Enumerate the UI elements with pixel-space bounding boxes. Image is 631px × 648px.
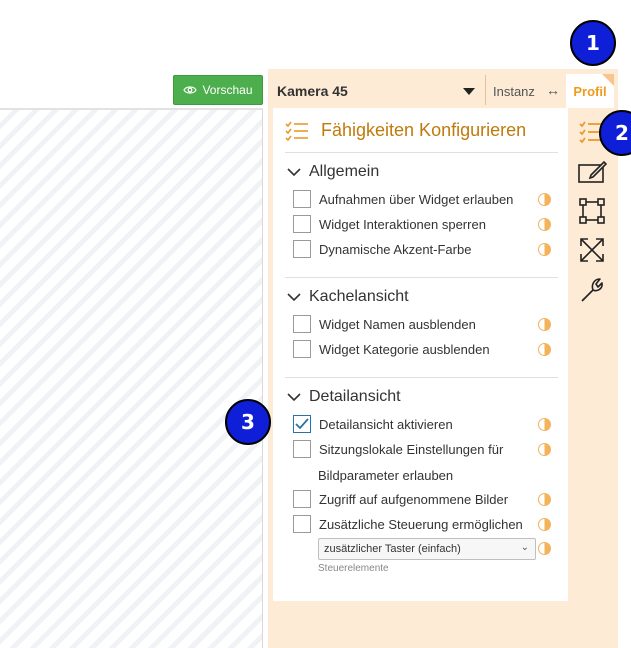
- option-row: Zusätzliche Steuerung ermöglichen: [293, 515, 523, 533]
- tab-instanz[interactable]: Instanz: [493, 84, 535, 99]
- camera-select[interactable]: Kamera 45: [268, 74, 485, 108]
- checklist-icon: [285, 121, 308, 141]
- divider: [285, 152, 558, 153]
- option-row: Detailansicht aktivieren: [293, 415, 453, 433]
- select-value: zusätzlicher Taster (einfach): [324, 543, 461, 555]
- checkbox[interactable]: [293, 315, 311, 333]
- tab-divider: [485, 75, 486, 105]
- chevron-down-icon: ⌄: [520, 542, 529, 553]
- option-row: Dynamische Akzent-Farbe: [293, 240, 471, 258]
- section-allgemein[interactable]: Allgemein: [287, 163, 379, 181]
- chevron-down-icon: [287, 293, 301, 302]
- widget-canvas[interactable]: [0, 109, 263, 648]
- option-label: Aufnahmen über Widget erlauben: [319, 191, 514, 207]
- crop-frame-icon[interactable]: [577, 196, 607, 226]
- tab-profil[interactable]: Profil: [566, 74, 614, 108]
- preview-button-label: Vorschau: [202, 83, 253, 97]
- step-badge-1: 1: [570, 20, 616, 66]
- checkbox[interactable]: [293, 215, 311, 233]
- eye-icon: [183, 86, 198, 94]
- select-hint: Steuerelemente: [318, 563, 389, 574]
- capabilities-card: Fähigkeiten Konfigurieren Allgemein Aufn…: [273, 108, 568, 601]
- half-circle-icon[interactable]: [538, 343, 551, 356]
- option-label: Detailansicht aktivieren: [319, 416, 453, 432]
- half-circle-icon[interactable]: [538, 218, 551, 231]
- option-row: Aufnahmen über Widget erlauben: [293, 190, 513, 208]
- checkbox-checked[interactable]: [293, 415, 311, 433]
- divider: [285, 377, 558, 378]
- wrench-icon[interactable]: [577, 275, 607, 305]
- chevron-down-icon: [287, 393, 301, 402]
- option-label: Widget Interaktionen sperren: [319, 216, 486, 232]
- option-label: Zugriff auf aufgenommene Bilder: [319, 491, 509, 507]
- camera-name: Kamera 45: [277, 83, 348, 99]
- checkbox[interactable]: [293, 440, 311, 458]
- tab-corner-fold: [602, 74, 614, 86]
- divider: [285, 277, 558, 278]
- checkbox[interactable]: [293, 490, 311, 508]
- half-circle-icon[interactable]: [538, 493, 551, 506]
- checkbox[interactable]: [293, 240, 311, 258]
- app-root: Vorschau Kamera 45 Instanz ↔ Profil Fähi…: [0, 0, 631, 648]
- checkbox[interactable]: [293, 515, 311, 533]
- half-circle-icon[interactable]: [538, 443, 551, 456]
- page-title: Fähigkeiten Konfigurieren: [285, 120, 526, 141]
- half-circle-icon[interactable]: [538, 542, 551, 555]
- control-type-select[interactable]: zusätzlicher Taster (einfach) ⌄: [318, 538, 536, 560]
- option-row: Widget Interaktionen sperren: [293, 215, 486, 233]
- caret-down-icon: [463, 88, 475, 95]
- section-label: Detailansicht: [309, 388, 401, 405]
- option-row: Widget Kategorie ausblenden: [293, 340, 490, 358]
- chevron-down-icon: [287, 168, 301, 177]
- option-label: Zusätzliche Steuerung ermöglichen: [319, 516, 523, 532]
- half-circle-icon[interactable]: [538, 243, 551, 256]
- half-circle-icon[interactable]: [538, 518, 551, 531]
- half-circle-icon[interactable]: [538, 418, 551, 431]
- checkbox[interactable]: [293, 340, 311, 358]
- option-label: Dynamische Akzent-Farbe: [319, 241, 472, 257]
- expand-arrows-icon[interactable]: [577, 235, 607, 265]
- swap-arrow-icon: ↔: [546, 82, 560, 98]
- checkbox[interactable]: [293, 190, 311, 208]
- option-label: Widget Namen ausblenden: [319, 316, 476, 332]
- option-row: Widget Namen ausblenden: [293, 315, 476, 333]
- section-kachelansicht[interactable]: Kachelansicht: [287, 288, 409, 306]
- step-badge-3: 3: [225, 399, 271, 445]
- half-circle-icon[interactable]: [538, 318, 551, 331]
- checkmark-icon: [295, 418, 309, 430]
- option-row: Zugriff auf aufgenommene Bilder: [293, 490, 508, 508]
- section-label: Kachelansicht: [309, 288, 409, 305]
- option-label: Sitzungslokale Einstellungen für: [319, 441, 504, 457]
- option-row: Sitzungslokale Einstellungen für: [293, 440, 503, 458]
- section-label: Allgemein: [309, 163, 380, 180]
- half-circle-icon[interactable]: [538, 193, 551, 206]
- section-detailansicht[interactable]: Detailansicht: [287, 388, 401, 406]
- preview-button[interactable]: Vorschau: [173, 75, 263, 105]
- option-label-continued: Bildparameter erlauben: [318, 468, 454, 483]
- page-title-text: Fähigkeiten Konfigurieren: [321, 120, 527, 140]
- edit-card-icon[interactable]: [577, 157, 607, 187]
- option-label: Widget Kategorie ausblenden: [319, 341, 490, 357]
